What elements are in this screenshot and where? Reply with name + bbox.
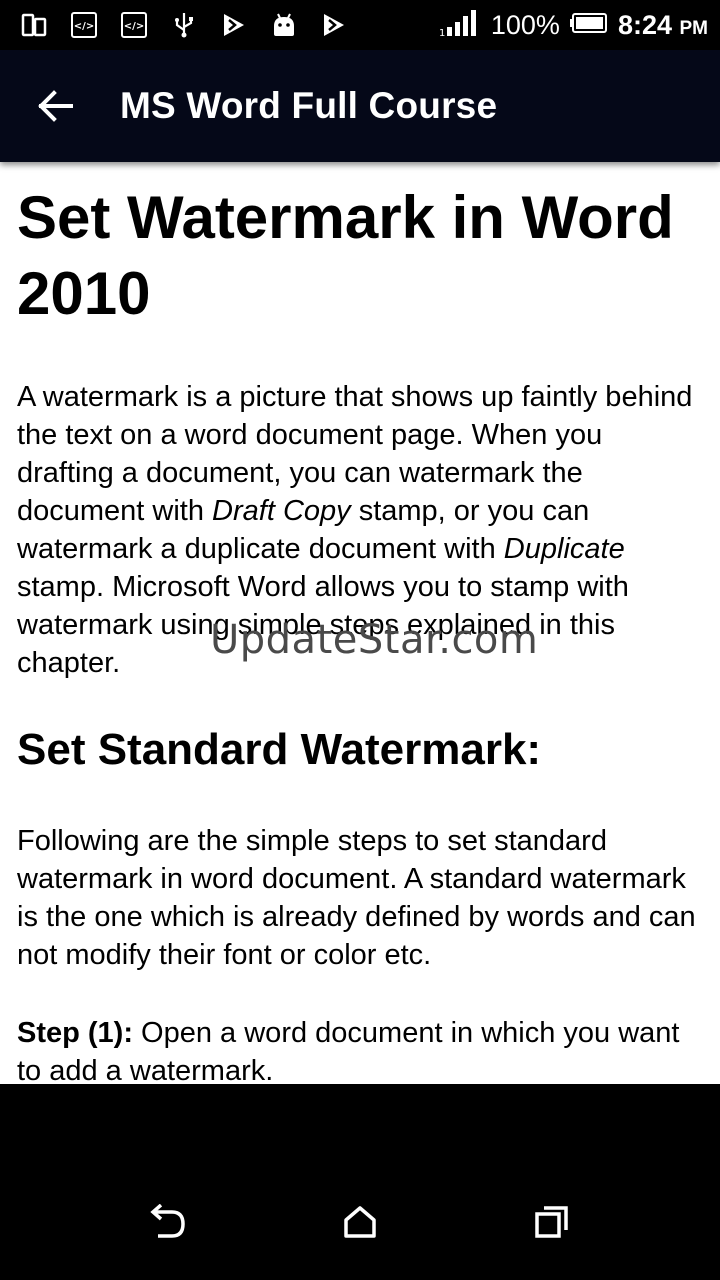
intro-paragraph: A watermark is a picture that shows up f… — [17, 378, 704, 682]
navigation-bar — [0, 1084, 720, 1280]
nav-back-icon — [150, 1204, 185, 1238]
article-content[interactable]: Set Watermark in Word 2010 A watermark i… — [0, 162, 720, 1084]
page-title: Set Watermark in Word 2010 — [17, 184, 674, 327]
clock-ampm: PM — [679, 17, 709, 39]
android-icon — [270, 11, 298, 39]
step-1-label: Step (1): — [17, 1017, 133, 1049]
section-paragraph: Following are the simple steps to set st… — [17, 825, 696, 971]
step-1: Step (1): Open a word document in which … — [17, 1014, 704, 1084]
svg-text:</>: </> — [124, 21, 144, 32]
nav-back-button[interactable] — [140, 1194, 196, 1250]
notification-icons: </> </> — [0, 11, 348, 39]
code-icon: </> — [70, 11, 98, 39]
play-store-icon — [220, 11, 248, 39]
svg-text:</>: </> — [74, 21, 94, 32]
app-title: MS Word Full Course — [120, 85, 498, 126]
status-bar: </> </> 1 100% 8:24 PM — [0, 0, 720, 50]
battery-percent: 100% — [490, 9, 560, 40]
clock-time: 8:24 — [617, 9, 672, 40]
section-heading: Set Standard Watermark: — [17, 725, 542, 774]
nav-home-button[interactable] — [332, 1194, 388, 1250]
intro-emphasis-draft-copy: Draft Copy — [212, 495, 351, 527]
intro-emphasis-duplicate: Duplicate — [503, 533, 625, 565]
play-store-icon — [320, 11, 348, 39]
intro-text-3: stamp. Microsoft Word allows you to stam… — [17, 571, 629, 679]
code-icon: </> — [120, 11, 148, 39]
nav-recents-icon — [535, 1206, 568, 1238]
battery-icon — [569, 12, 608, 39]
arrow-left-icon — [38, 90, 73, 122]
app-bar: MS Word Full Course — [0, 50, 720, 162]
svg-text:1: 1 — [439, 28, 445, 37]
nav-home-icon — [344, 1206, 376, 1238]
tablet-phone-icon — [20, 11, 48, 39]
signal-bars-icon: 1 — [439, 9, 481, 42]
system-status: 1 100% 8:24 PM — [439, 9, 720, 42]
back-button[interactable] — [28, 78, 84, 134]
nav-recents-button[interactable] — [524, 1194, 580, 1250]
usb-icon — [170, 11, 198, 39]
clock: 8:24 PM — [618, 10, 708, 41]
